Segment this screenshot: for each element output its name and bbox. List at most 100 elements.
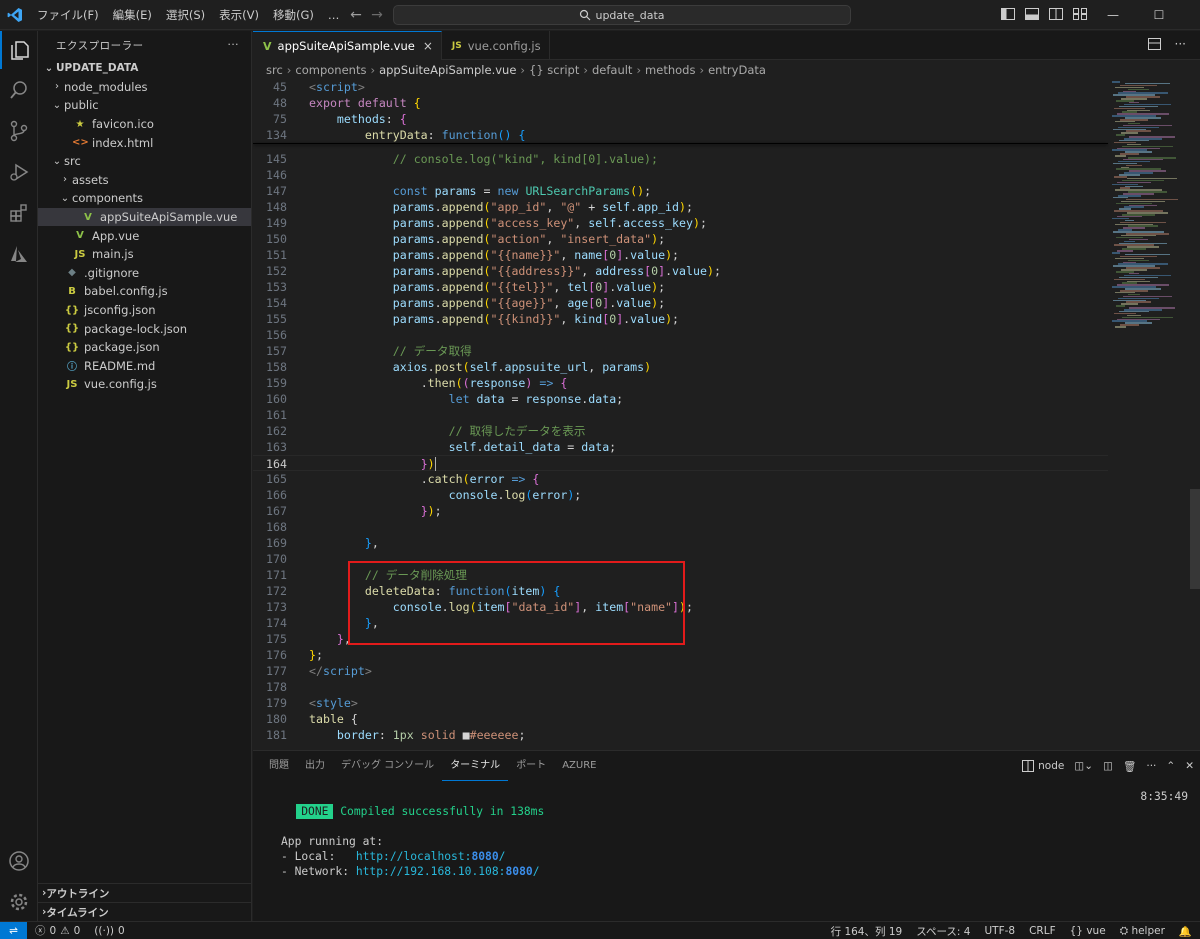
panel-tab[interactable]: デバッグ コンソール [333, 751, 442, 781]
code-line[interactable]: 180 table { [253, 711, 358, 727]
nav-forward-button[interactable]: → [366, 7, 388, 23]
folder-item[interactable]: › assets [38, 171, 251, 190]
code-line[interactable]: 153 params.append("{{tel}}", tel[0].valu… [253, 279, 665, 295]
code-line[interactable]: 155 params.append("{{kind}}", kind[0].va… [253, 311, 679, 327]
maximize-icon[interactable]: ☐ [1136, 8, 1182, 22]
code-line[interactable]: 158 axios.post(self.appsuite_url, params… [253, 359, 651, 375]
menu-item[interactable]: … [321, 0, 347, 30]
tab-appsuiteapisample[interactable]: V appSuiteApiSample.vue × [253, 31, 442, 60]
code-line[interactable]: 175 }, [253, 631, 351, 647]
sticky-scroll-line[interactable]: 45 <script> [253, 79, 1108, 95]
line-ending[interactable]: CRLF [1029, 925, 1056, 937]
file-item[interactable]: {} jsconfig.json [38, 301, 251, 320]
minimize-icon[interactable]: — [1090, 8, 1136, 22]
helper-item[interactable]: ⛭ helper [1120, 925, 1165, 938]
file-item[interactable]: <> index.html [38, 133, 251, 152]
code-line[interactable]: 160 let data = response.data; [253, 391, 623, 407]
file-item[interactable]: ⓘ README.md [38, 357, 251, 376]
command-center-search[interactable]: update_data [393, 5, 851, 25]
workspace-root[interactable]: ⌄ UPDATE_DATA [38, 59, 251, 78]
settings-gear-icon[interactable] [0, 883, 38, 921]
remote-indicator-icon[interactable]: ⇌ [0, 921, 27, 939]
code-line[interactable]: 176}; [253, 647, 323, 663]
code-line[interactable]: 177 </script> [253, 663, 372, 679]
code-line[interactable]: 170 [253, 551, 309, 567]
file-item[interactable]: ◆ .gitignore [38, 264, 251, 283]
file-item[interactable]: V App.vue [38, 226, 251, 245]
language-mode[interactable]: {} vue [1070, 925, 1106, 937]
code-line[interactable]: 165 .catch(error => { [253, 471, 539, 487]
menu-item[interactable]: 編集(E) [106, 0, 159, 30]
code-line[interactable]: 162 // 取得したデータを表示 [253, 423, 585, 439]
source-control-icon[interactable] [0, 112, 38, 150]
breadcrumb-item[interactable]: src [266, 63, 283, 77]
panel-tab[interactable]: ポート [508, 751, 554, 781]
panel-tab[interactable]: ターミナル [442, 751, 509, 781]
panel-tab[interactable]: 出力 [297, 751, 333, 781]
nav-back-button[interactable]: ← [345, 7, 367, 23]
close-panel-icon[interactable]: ✕ [1185, 760, 1194, 772]
outline-section[interactable]: › アウトライン [38, 883, 252, 902]
breadcrumb-item[interactable]: appSuiteApiSample.vue [379, 63, 516, 77]
code-line[interactable]: 164 }) [253, 455, 1108, 471]
editor-scrollbar[interactable] [1190, 489, 1200, 589]
folder-item[interactable]: ⌄ components [38, 189, 251, 208]
menu-item[interactable]: 選択(S) [159, 0, 212, 30]
folder-item[interactable]: ⌄ public [38, 96, 251, 115]
file-item[interactable]: {} package.json [38, 338, 251, 357]
notifications-bell-icon[interactable]: 🔔 [1179, 925, 1192, 938]
code-line[interactable]: 166 console.log(error); [253, 487, 581, 503]
explorer-icon[interactable] [0, 31, 38, 69]
code-line[interactable]: 154 params.append("{{age}}", age[0].valu… [253, 295, 665, 311]
code-line[interactable]: 167 }); [253, 503, 442, 519]
encoding[interactable]: UTF-8 [984, 925, 1015, 937]
toggle-secondary-sidebar-icon[interactable] [1044, 7, 1068, 23]
sticky-scroll-line[interactable]: 134 entryData: function() { [253, 127, 1108, 143]
code-line[interactable]: 145 // console.log("kind", kind[0].value… [253, 151, 658, 167]
customize-layout-icon[interactable] [1068, 7, 1092, 23]
code-line[interactable]: 169 }, [253, 535, 379, 551]
code-line[interactable]: 178 [253, 679, 309, 695]
code-line[interactable]: 148 params.append("app_id", "@" + self.a… [253, 199, 693, 215]
breadcrumb-item[interactable]: methods [645, 63, 695, 77]
code-line[interactable]: 149 params.append("access_key", self.acc… [253, 215, 707, 231]
breadcrumb-item[interactable]: entryData [708, 63, 766, 77]
breadcrumb-item[interactable]: default [592, 63, 632, 77]
code-line[interactable]: 147 const params = new URLSearchParams()… [253, 183, 651, 199]
run-debug-icon[interactable] [0, 153, 38, 191]
breadcrumb-item[interactable]: components [295, 63, 366, 77]
code-line[interactable]: 152 params.append("{{address}}", address… [253, 263, 721, 279]
menu-item[interactable]: 表示(V) [212, 0, 266, 30]
breadcrumb-item[interactable]: {} script [529, 63, 579, 77]
tab-vue-config[interactable]: JS vue.config.js [442, 31, 550, 60]
code-line[interactable]: 151 params.append("{{name}}", name[0].va… [253, 247, 679, 263]
code-editor[interactable]: 45 <script> 48 export default {75 methods: … [253, 79, 1200, 749]
toggle-panel-icon[interactable] [1020, 7, 1044, 23]
cursor-position[interactable]: 行 164、列 19 [831, 924, 903, 939]
code-line[interactable]: 161 [253, 407, 309, 423]
kill-terminal-icon[interactable]: 🗑 [1123, 760, 1136, 773]
account-icon[interactable] [0, 842, 38, 880]
more-actions-icon[interactable]: ··· [227, 39, 239, 51]
extensions-icon[interactable] [0, 194, 38, 232]
timeline-section[interactable]: › タイムライン [38, 902, 252, 921]
folder-item[interactable]: › node_modules [38, 78, 251, 97]
code-line[interactable]: 179 <style> [253, 695, 358, 711]
code-line[interactable]: 156 [253, 327, 309, 343]
menu-item[interactable]: 移動(G) [266, 0, 321, 30]
terminal-shell-label[interactable]: node [1022, 760, 1064, 772]
split-terminal-icon[interactable]: ◫ [1103, 760, 1113, 772]
file-item[interactable]: ★ favicon.ico [38, 115, 251, 134]
code-line[interactable]: 159 .then((response) => { [253, 375, 567, 391]
more-actions-icon[interactable]: ··· [1175, 38, 1186, 53]
code-line[interactable]: 181 border: 1px solid ■#eeeeee; [253, 727, 525, 743]
code-line[interactable]: 163 self.detail_data = data; [253, 439, 616, 455]
sticky-scroll-line[interactable]: 75 methods: { [253, 111, 1108, 127]
toggle-sidebar-icon[interactable] [996, 7, 1020, 23]
panel-tab[interactable]: AZURE [554, 751, 604, 781]
ports-indicator[interactable]: ((·)) 0 [94, 925, 124, 937]
code-line[interactable]: 168 [253, 519, 309, 535]
code-line[interactable]: 150 params.append("action", "insert_data… [253, 231, 665, 247]
code-line[interactable]: 157 // データ取得 [253, 343, 472, 359]
file-item[interactable]: JS main.js [38, 245, 251, 264]
